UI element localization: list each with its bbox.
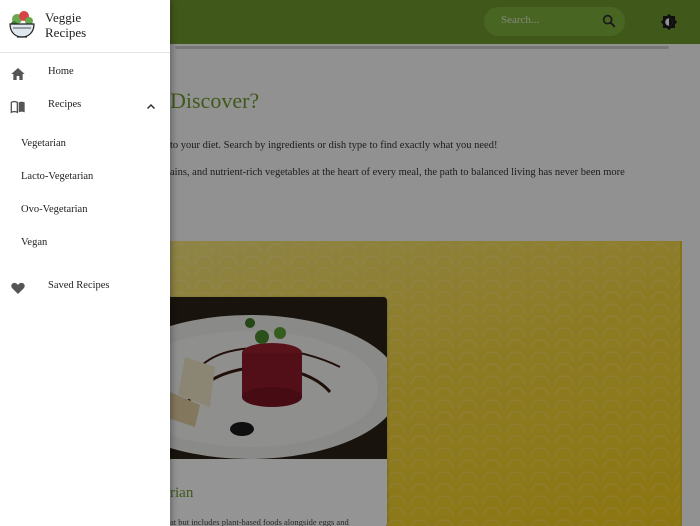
- sub-item-vegan[interactable]: Vegan: [0, 231, 170, 257]
- brand-line: Veggie: [45, 10, 82, 25]
- heart-icon: [11, 282, 25, 294]
- sub-item-label: Ovo-Vegetarian: [21, 204, 88, 215]
- app-brand: Veggie Recipes: [45, 10, 86, 40]
- sub-item-label: Lacto-Vegetarian: [21, 171, 94, 182]
- home-icon: [11, 68, 25, 80]
- sub-item-label: Vegan: [21, 237, 48, 248]
- nav-item-saved-recipes[interactable]: Saved Recipes: [0, 273, 170, 303]
- nav-item-home[interactable]: Home: [0, 59, 170, 89]
- brand-line: Recipes: [45, 25, 87, 40]
- chevron-up-icon[interactable]: [145, 101, 157, 113]
- nav-label: Recipes: [48, 99, 82, 110]
- sub-item-label: Vegetarian: [21, 138, 66, 149]
- navigation-drawer: Veggie Recipes Home Recipes Vegetarian L…: [0, 0, 170, 526]
- sub-item-lacto-vegetarian[interactable]: Lacto-Vegetarian: [0, 165, 170, 191]
- nav-item-recipes[interactable]: Recipes: [0, 92, 170, 122]
- drawer-header: Veggie Recipes: [0, 0, 170, 53]
- salad-bowl-logo: [9, 11, 35, 38]
- sub-item-vegetarian[interactable]: Vegetarian: [0, 132, 170, 158]
- menu-book-icon: [10, 100, 25, 114]
- nav-label: Saved Recipes: [48, 280, 110, 291]
- nav-label: Home: [48, 66, 74, 77]
- sub-item-ovo-vegetarian[interactable]: Ovo-Vegetarian: [0, 198, 170, 224]
